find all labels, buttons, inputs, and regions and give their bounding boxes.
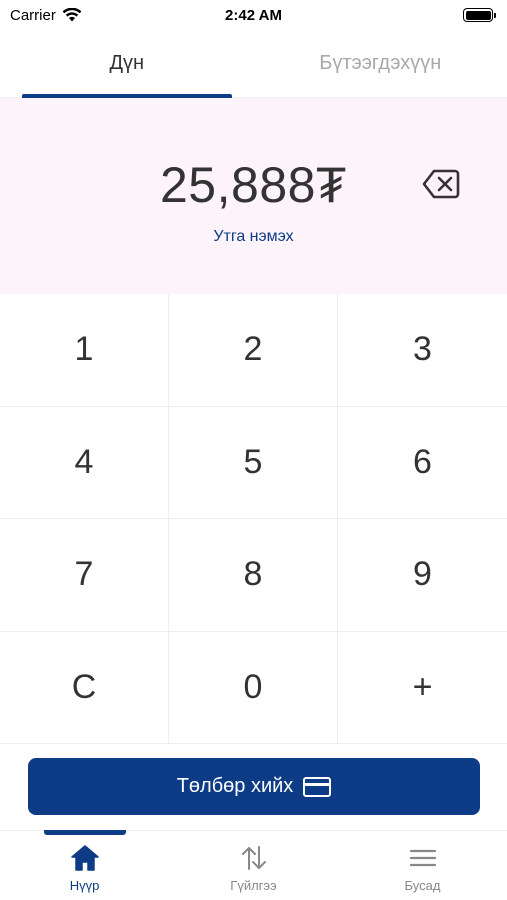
key-3[interactable]: 3 <box>338 294 507 407</box>
credit-card-icon <box>303 776 332 797</box>
key-2[interactable]: 2 <box>169 294 338 407</box>
tab-amount[interactable]: Дүн <box>0 30 254 98</box>
key-plus[interactable]: + <box>338 632 507 744</box>
pay-button-label: Төлбөр хийх <box>176 775 294 797</box>
bottom-nav: Нүүр Гүйлгээ Бусад <box>0 830 507 900</box>
key-6[interactable]: 6 <box>338 407 507 519</box>
key-9[interactable]: 9 <box>338 519 507 632</box>
key-4[interactable]: 4 <box>0 406 169 519</box>
key-8[interactable]: 8 <box>169 519 338 632</box>
nav-item-home-label: Нүүр <box>69 878 100 893</box>
key-7[interactable]: 7 <box>0 519 169 632</box>
tab-amount-label: Дүн <box>109 52 145 74</box>
battery-icon <box>463 8 496 22</box>
nav-item-transactions-label: Гүйлгээ <box>230 878 277 893</box>
home-icon <box>70 843 100 873</box>
key-0[interactable]: 0 <box>169 631 338 744</box>
tab-bar: Дүн Бүтээгдэхүүн <box>0 30 507 98</box>
status-left: Carrier <box>10 7 82 24</box>
menu-icon <box>408 843 438 873</box>
add-value-link[interactable]: Утга нэмэх <box>0 228 507 246</box>
status-bar: Carrier 2:42 AM <box>0 0 507 30</box>
key-5[interactable]: 5 <box>169 406 338 519</box>
nav-item-home[interactable]: Нүүр <box>0 831 169 900</box>
nav-item-transactions[interactable]: Гүйлгээ <box>169 831 338 900</box>
key-clear[interactable]: C <box>0 631 169 744</box>
pay-button[interactable]: Төлбөр хийх <box>28 758 480 815</box>
tab-products[interactable]: Бүтээгдэхүүн <box>254 30 507 97</box>
key-1[interactable]: 1 <box>0 294 169 407</box>
backspace-icon[interactable] <box>422 168 460 200</box>
amount-display: 25,888₮ Утга нэмэх <box>0 98 507 294</box>
carrier-label: Carrier <box>10 6 56 24</box>
nav-item-more-label: Бусад <box>404 878 441 893</box>
battery-fill <box>465 10 491 20</box>
transfer-arrows-icon <box>239 843 269 873</box>
wifi-icon <box>62 8 82 22</box>
tab-products-label: Бүтээгдэхүүн <box>319 52 442 74</box>
numeric-keypad: 1 2 3 4 5 6 7 8 9 C 0 + <box>0 294 507 744</box>
nav-item-more[interactable]: Бусад <box>338 831 507 900</box>
